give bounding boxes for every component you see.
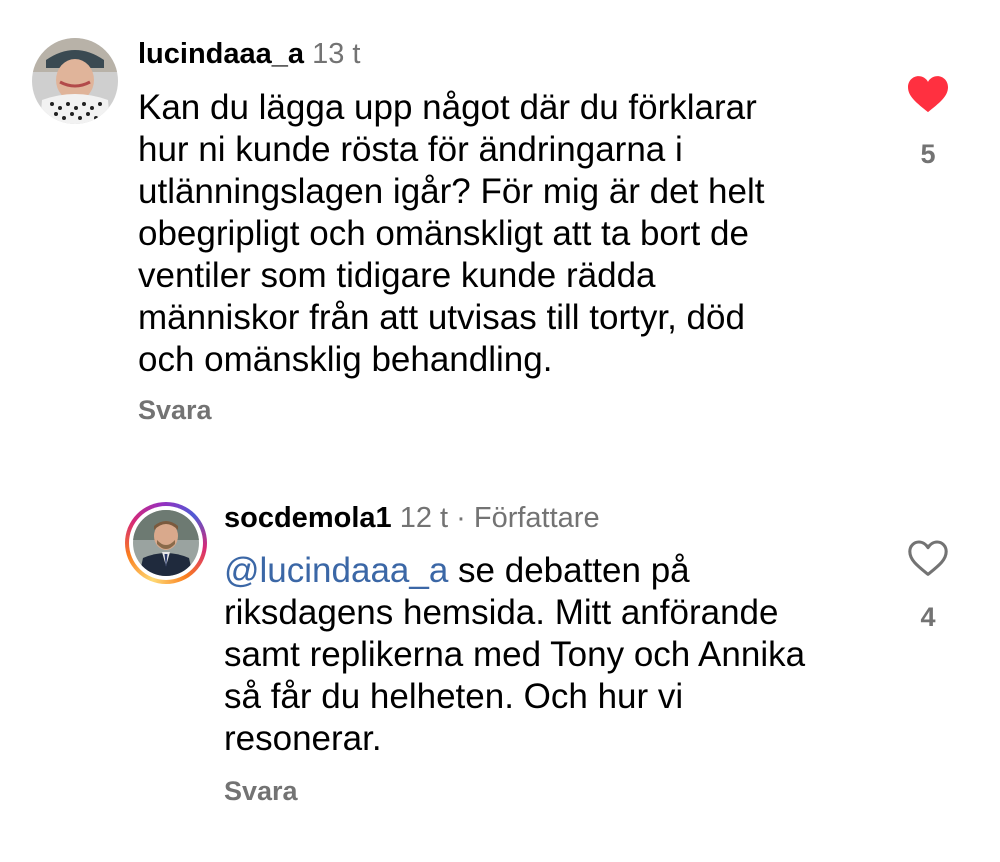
avatar-image xyxy=(32,38,118,124)
comment-line: hur ni kunde rösta för ändringarna i xyxy=(138,130,683,169)
comment-line: resonerar. xyxy=(224,719,382,758)
avatar[interactable] xyxy=(32,38,118,124)
timestamp: 12 t xyxy=(399,502,449,534)
comment-text: @lucindaaa_a se debatten på riksdagens h… xyxy=(224,550,904,760)
heart-outline-icon xyxy=(908,540,948,576)
comment-line: så får du helheten. Och hur vi xyxy=(224,677,684,716)
mention-link[interactable]: @lucindaaa_a xyxy=(224,551,448,590)
username[interactable]: socdemola1 xyxy=(224,502,392,534)
timestamp: 13 t xyxy=(312,38,361,70)
comment-line: obegripligt och omänskligt att ta bort d… xyxy=(138,214,749,253)
comment-text: Kan du lägga upp något där du förklarar … xyxy=(138,87,878,381)
like-button[interactable] xyxy=(906,538,950,578)
comment-line: riksdagens hemsida. Mitt anförande xyxy=(224,593,779,632)
comment-line: ventiler som tidigare kunde rädda xyxy=(138,256,656,295)
reply-button[interactable]: Svara xyxy=(138,395,212,426)
like-count: 5 xyxy=(920,139,936,169)
avatar-image xyxy=(133,510,199,576)
comment-line: se debatten på xyxy=(448,551,690,590)
comment-1: lucindaaa_a 13 t Kan du lägga upp något … xyxy=(0,0,1000,450)
comment-header: lucindaaa_a 13 t xyxy=(138,38,360,71)
comment-line: samt replikerna med Tony och Annika xyxy=(224,635,806,674)
comment-line: människor från att utvisas till tortyr, … xyxy=(138,298,745,337)
separator-dot: · xyxy=(456,502,466,534)
avatar-with-story-ring[interactable] xyxy=(125,502,207,584)
like-count: 4 xyxy=(920,602,936,632)
comment-2: socdemola1 12 t · Författare @lucindaaa_… xyxy=(0,470,1000,862)
heart-filled-icon xyxy=(908,76,948,113)
author-badge: Författare xyxy=(473,502,600,534)
reply-button[interactable]: Svara xyxy=(224,776,298,807)
username[interactable]: lucindaaa_a xyxy=(138,38,304,70)
like-button[interactable] xyxy=(906,74,950,114)
comment-line: utlänningslagen igår? För mig är det hel… xyxy=(138,172,765,211)
comment-line: och omänsklig behandling. xyxy=(138,340,553,379)
comment-header: socdemola1 12 t · Författare xyxy=(224,502,600,535)
comment-line: Kan du lägga upp något där du förklarar xyxy=(138,88,757,127)
